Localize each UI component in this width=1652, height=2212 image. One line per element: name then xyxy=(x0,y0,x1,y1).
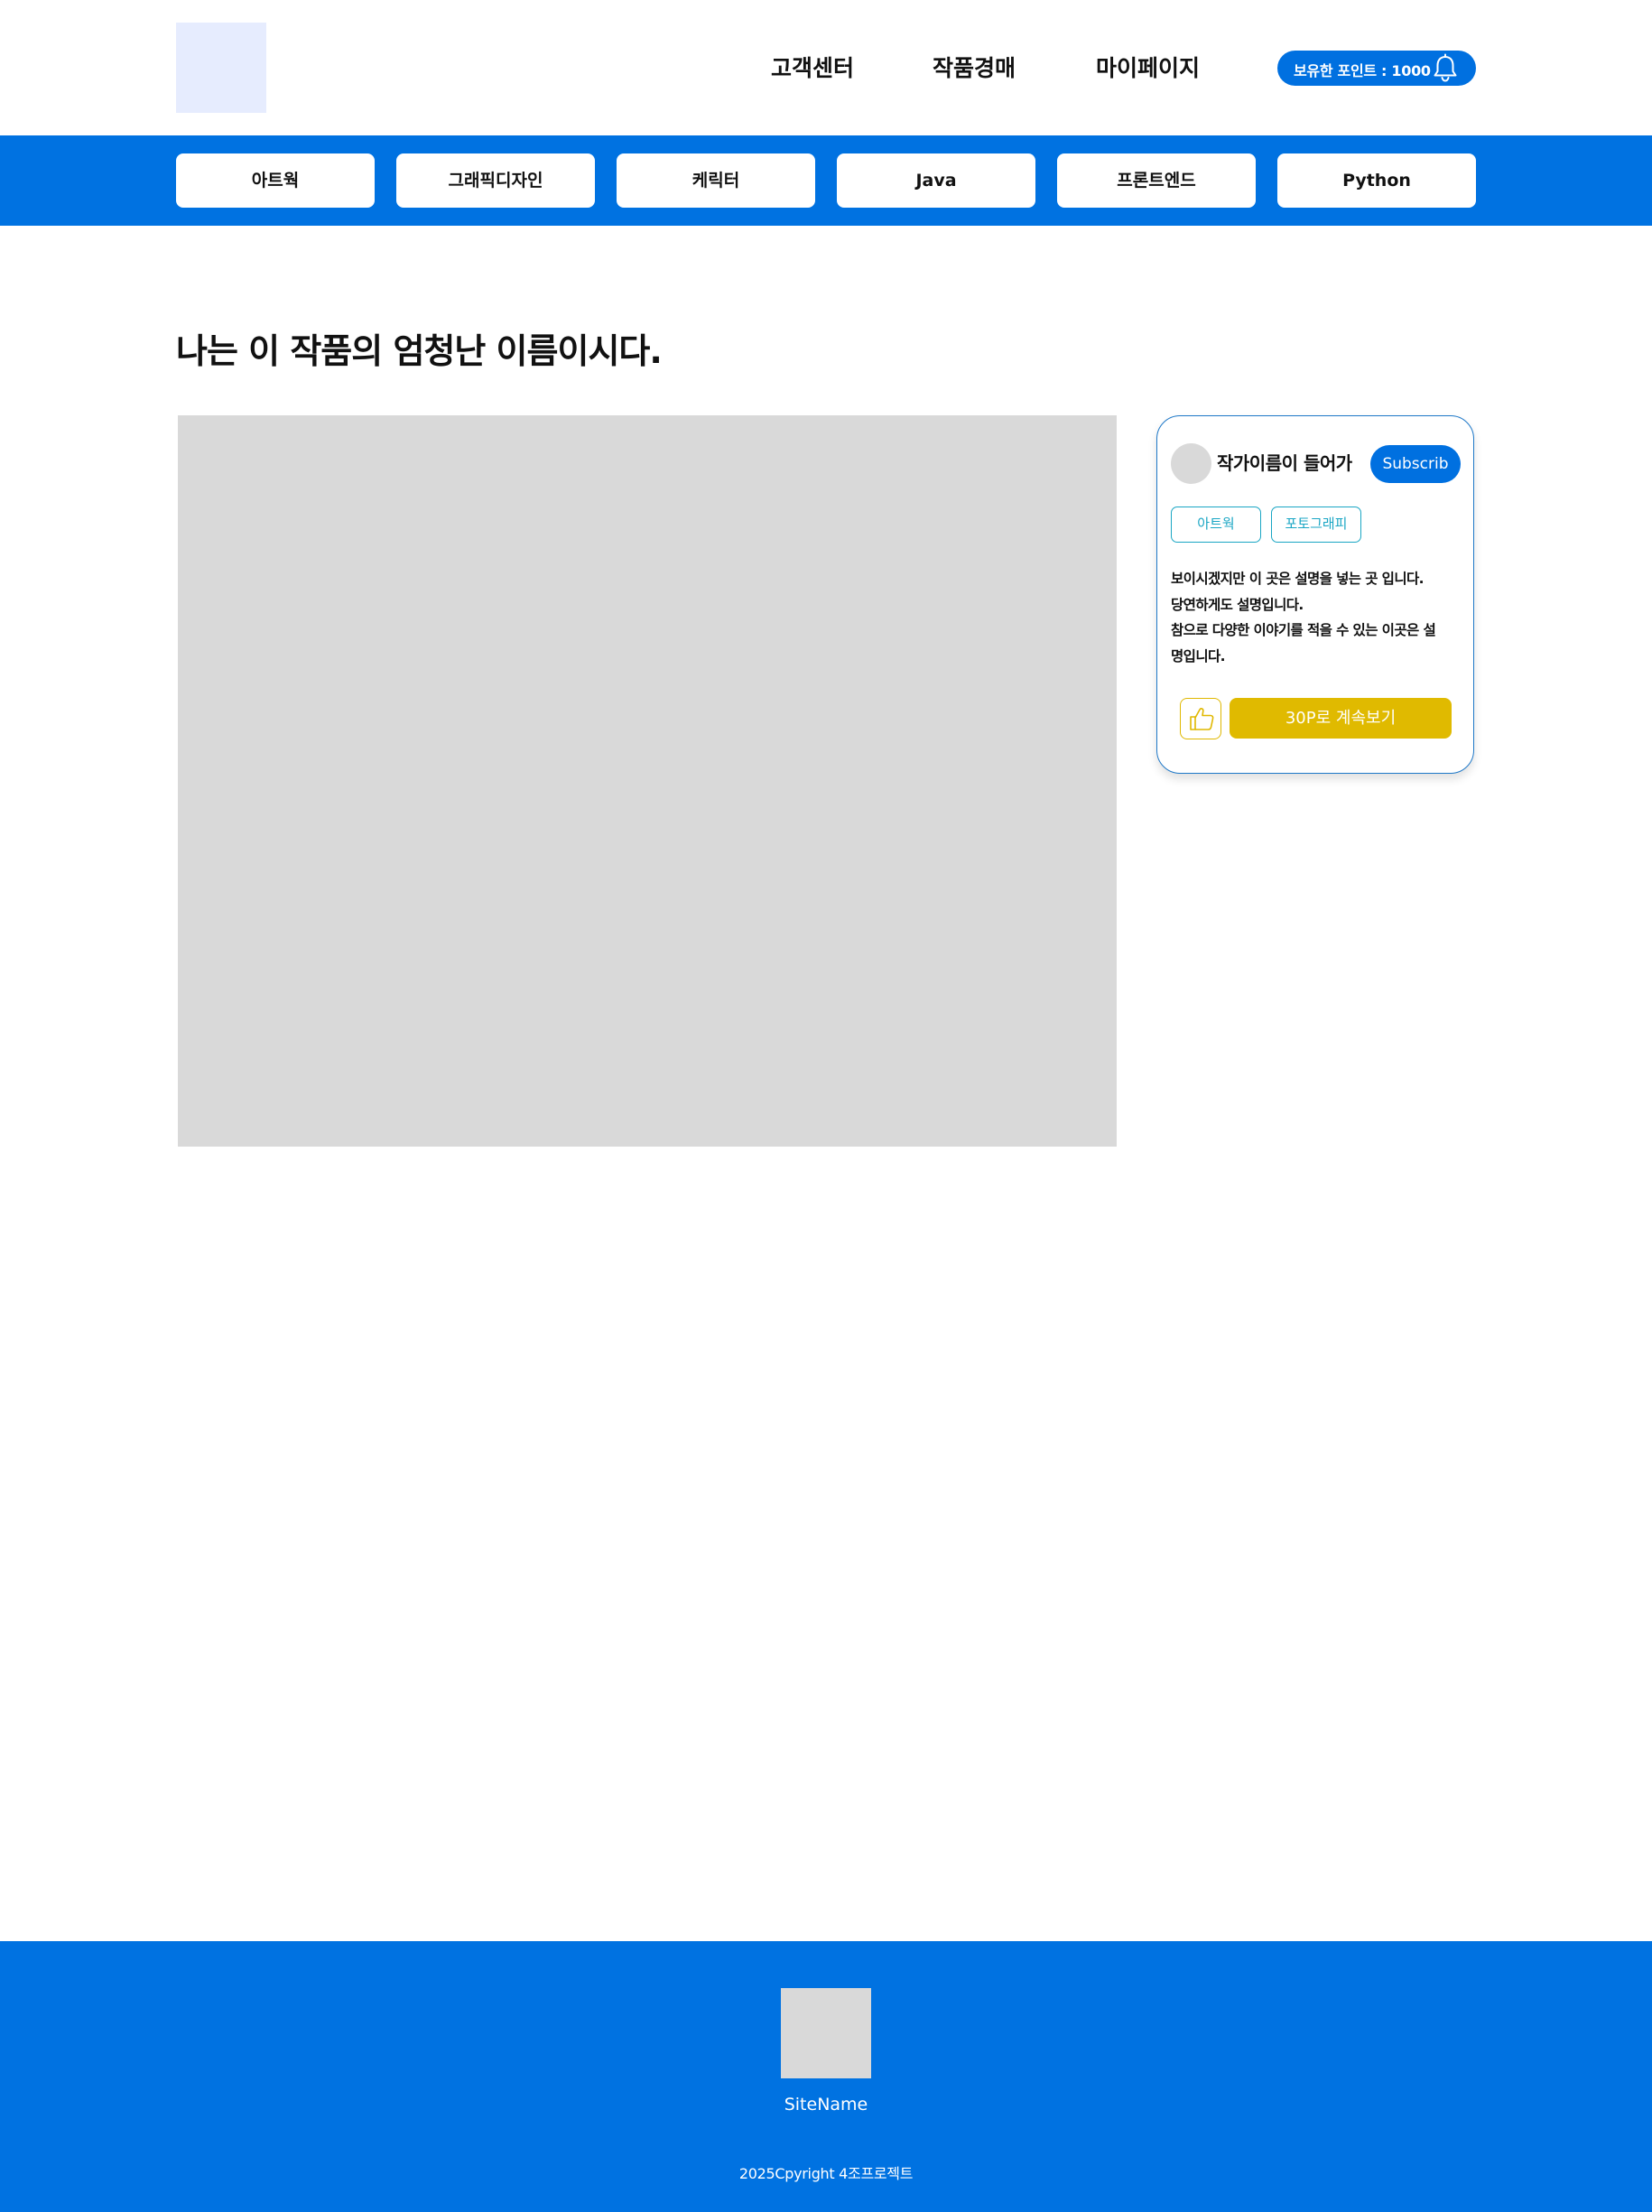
description-line: 명입니다. xyxy=(1171,647,1226,665)
footer-copyright: 2025Cpyright 4조프로젝트 xyxy=(738,2165,914,2182)
subscribe-button[interactable]: Subscrib xyxy=(1370,445,1461,483)
description-line: 보이시겠지만 이 곳은 설명을 넣는 곳 입니다. xyxy=(1171,571,1425,587)
category-artwork-button[interactable]: 아트웍 xyxy=(176,153,375,208)
header: 고객센터 작품경매 마이페이지 보유한 포인트 : 1000 xyxy=(0,0,1652,135)
nav-artwork-auction[interactable]: 작품경매 xyxy=(933,51,1016,83)
nav-my-page[interactable]: 마이페이지 xyxy=(1096,51,1200,83)
description-line: 참으로 다양한 이야기를 적을 수 있는 이곳은 설 xyxy=(1171,622,1436,638)
category-graphic-design-button[interactable]: 그래픽디자인 xyxy=(396,153,595,208)
category-frontend-button[interactable]: 프론트엔드 xyxy=(1057,153,1256,208)
footer: SiteName 2025Cpyright 4조프로젝트 xyxy=(0,1941,1652,2212)
category-java-button[interactable]: Java xyxy=(837,153,1035,208)
like-button[interactable] xyxy=(1180,698,1221,739)
artwork-title: 나는 이 작품의 엄청난 이름이시다. xyxy=(176,331,663,371)
footer-logo xyxy=(781,1988,871,2078)
points-badge[interactable]: 보유한 포인트 : 1000 xyxy=(1277,51,1476,86)
points-label: 보유한 포인트 : 1000 xyxy=(1294,62,1431,79)
artwork-description: 보이시겠지만 이 곳은 설명을 넣는 곳 입니다. 당연하게도 설명입니다. 참… xyxy=(1171,566,1460,669)
tag-photography[interactable]: 포토그래피 xyxy=(1271,507,1361,543)
thumbs-up-icon xyxy=(1190,708,1214,730)
category-python-button[interactable]: Python xyxy=(1277,153,1476,208)
author-avatar[interactable] xyxy=(1171,443,1211,484)
footer-site-name: SiteName xyxy=(784,2095,868,2114)
continue-viewing-button[interactable]: 30P로 계속보기 xyxy=(1230,698,1452,739)
description-line: 당연하게도 설명입니다. xyxy=(1171,596,1304,613)
tag-artwork[interactable]: 아트웍 xyxy=(1171,507,1261,543)
category-bar: 아트웍 그래픽디자인 케릭터 Java 프론트엔드 Python xyxy=(0,135,1652,226)
bell-icon[interactable] xyxy=(1431,53,1460,83)
author-name[interactable]: 작가이름이 들어가 xyxy=(1217,449,1352,475)
nav-customer-center[interactable]: 고객센터 xyxy=(771,51,854,83)
artwork-image[interactable] xyxy=(178,415,1117,1147)
category-character-button[interactable]: 케릭터 xyxy=(617,153,815,208)
artwork-info-card: 작가이름이 들어가 Subscrib 아트웍 포토그래피 보이시겠지만 이 곳은… xyxy=(1156,415,1474,774)
site-logo[interactable] xyxy=(176,23,266,113)
